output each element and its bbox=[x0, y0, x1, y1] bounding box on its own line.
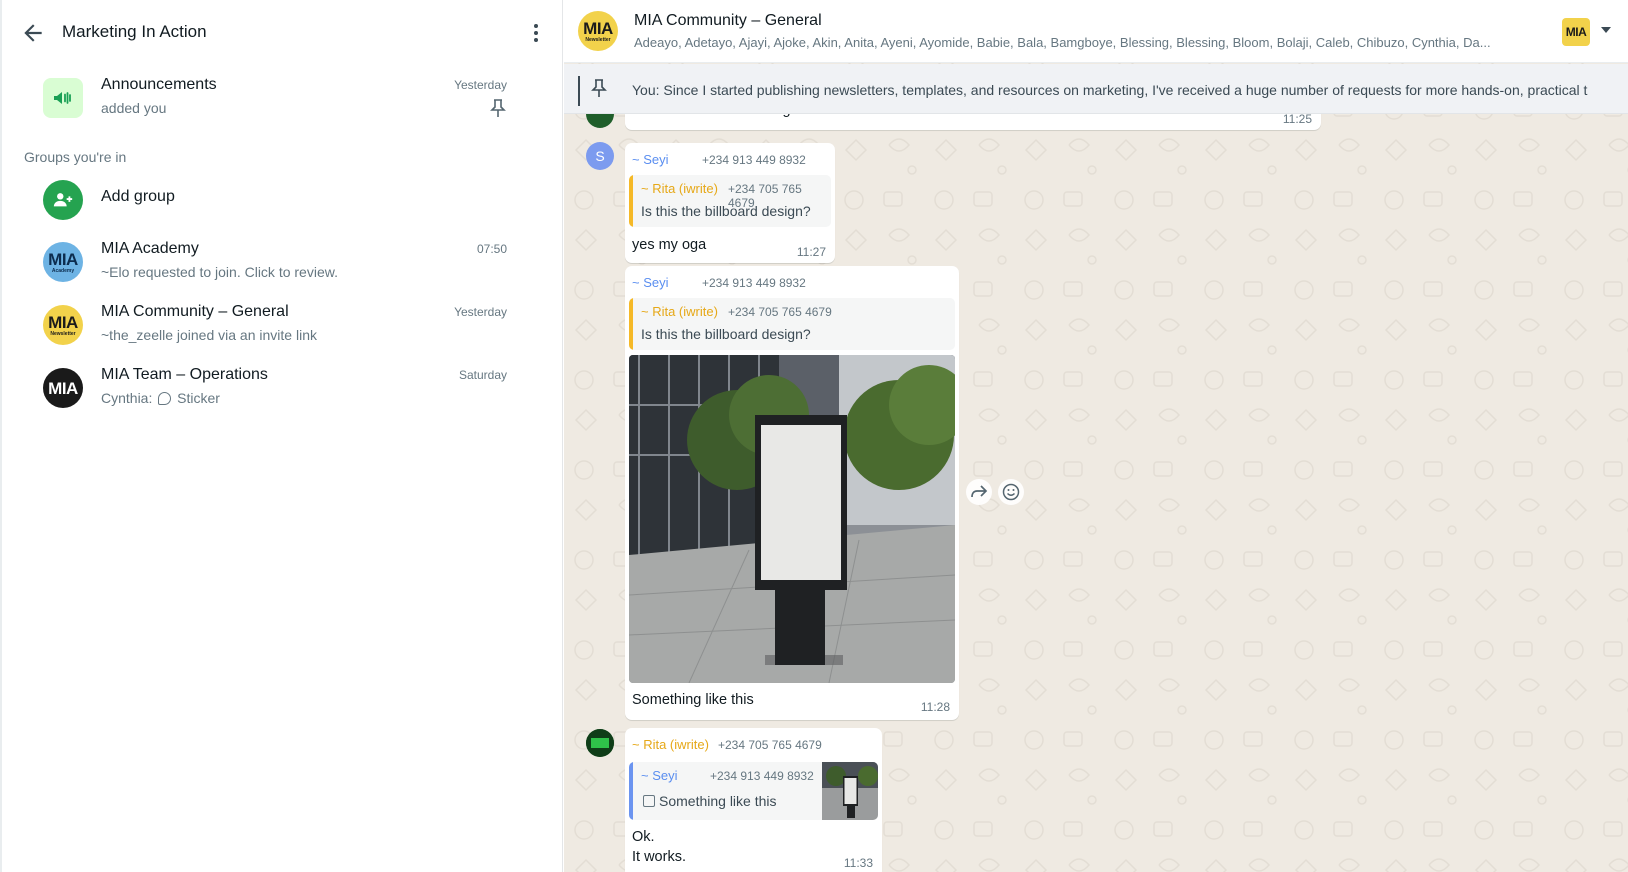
group-time: Yesterday bbox=[454, 305, 507, 319]
message-text: yes my oga bbox=[632, 237, 707, 253]
sender-phone: +234 913 449 8932 bbox=[702, 153, 806, 167]
announcements-item[interactable]: Announcements added you Yesterday bbox=[2, 72, 565, 136]
group-avatar: MIA bbox=[43, 368, 83, 408]
message-text: Ok. bbox=[632, 829, 655, 845]
pinned-message-text: You: Since I started publishing newslett… bbox=[632, 82, 1588, 98]
group-preview: ~the_zeelle joined via an invite link bbox=[101, 327, 317, 343]
quote-text: Something like this bbox=[643, 793, 777, 809]
announcements-preview: added you bbox=[101, 100, 167, 116]
quote-thumbnail bbox=[822, 762, 878, 820]
pin-icon bbox=[590, 78, 608, 98]
quote-phone: +234 913 449 8932 bbox=[710, 769, 814, 783]
quoted-message[interactable]: ~ Rita (iwrite) +234 705 765 4679 Is thi… bbox=[629, 175, 831, 227]
avatar[interactable]: S bbox=[586, 142, 614, 170]
group-item-mia-community-general[interactable]: MIA Newsletter MIA Community – General ~t… bbox=[2, 299, 565, 363]
megaphone-icon bbox=[43, 78, 83, 118]
group-item-mia-team-operations[interactable]: MIA MIA Team – Operations Cynthia: Stick… bbox=[2, 362, 565, 426]
chat-title[interactable]: MIA Community – General bbox=[634, 12, 822, 30]
emoji-react-icon[interactable] bbox=[998, 479, 1024, 505]
group-preview: ~Elo requested to join. Click to review. bbox=[101, 264, 338, 280]
group-name: MIA Community – General bbox=[101, 303, 289, 320]
pinned-indicator bbox=[578, 76, 580, 106]
message-bubble[interactable]: ~ Rita (iwrite) +234 705 765 4679 ~ Seyi… bbox=[625, 728, 882, 872]
quoted-message[interactable]: ~ Seyi +234 913 449 8932 Something like … bbox=[629, 762, 878, 820]
group-time: 07:50 bbox=[476, 242, 507, 256]
message-bubble[interactable]: ~ Seyi +234 913 449 8932 ~ Rita (iwrite)… bbox=[625, 143, 835, 263]
quote-sender: ~ Seyi bbox=[641, 768, 678, 783]
announcements-time: Yesterday bbox=[454, 78, 507, 92]
quote-sender: ~ Rita (iwrite) bbox=[641, 181, 718, 196]
message-text: Something like this bbox=[632, 692, 754, 708]
message-text: It works. bbox=[632, 849, 686, 865]
avatar[interactable] bbox=[586, 729, 614, 757]
community-header: Marketing In Action bbox=[2, 0, 562, 64]
message-time: 11:28 bbox=[920, 700, 950, 714]
group-avatar: MIA Newsletter bbox=[43, 305, 83, 345]
menu-icon[interactable] bbox=[524, 20, 548, 46]
add-group-label: Add group bbox=[101, 188, 175, 205]
chat-panel: MIA Newsletter MIA Community – General Ad… bbox=[564, 0, 1628, 872]
message-time: 11:33 bbox=[843, 856, 873, 870]
groups-section-label: Groups you're in bbox=[24, 149, 127, 165]
message-bubble[interactable]: ~ Seyi +234 913 449 8932 ~ Rita (iwrite)… bbox=[625, 266, 959, 720]
pin-icon bbox=[490, 98, 506, 118]
sticker-icon bbox=[158, 392, 172, 405]
quoted-message[interactable]: ~ Rita (iwrite) +234 705 765 4679 Is thi… bbox=[629, 298, 955, 350]
announcements-name: Announcements bbox=[101, 76, 217, 93]
chat-members: Adeayo, Adetayo, Ajayi, Ajoke, Akin, Ani… bbox=[634, 35, 1491, 50]
quote-text: Is this the billboard design? bbox=[641, 326, 811, 342]
community-panel: Marketing In Action Announcements added … bbox=[0, 0, 563, 872]
add-group-item[interactable]: Add group bbox=[2, 174, 565, 238]
forward-icon[interactable] bbox=[966, 479, 992, 505]
pinned-message-bar[interactable]: You: Since I started publishing newslett… bbox=[564, 64, 1628, 114]
community-title: Marketing In Action bbox=[62, 22, 207, 41]
message-time: 11:25 bbox=[1282, 112, 1312, 126]
community-avatar[interactable]: MIA bbox=[1562, 18, 1590, 46]
quote-text: Is this the billboard design? bbox=[641, 203, 811, 219]
sender-phone: +234 705 765 4679 bbox=[718, 738, 822, 752]
sender-phone: +234 913 449 8932 bbox=[702, 276, 806, 290]
chat-header[interactable]: MIA Newsletter MIA Community – General Ad… bbox=[564, 0, 1628, 63]
add-group-icon bbox=[43, 180, 83, 220]
chat-avatar[interactable]: MIA Newsletter bbox=[578, 11, 618, 51]
group-avatar: MIA Academy bbox=[43, 242, 83, 282]
group-name: MIA Academy bbox=[101, 240, 199, 257]
sender-name[interactable]: ~ Seyi bbox=[632, 275, 669, 290]
image-icon bbox=[643, 795, 655, 807]
sender-name[interactable]: ~ Seyi bbox=[632, 152, 669, 167]
sender-name[interactable]: ~ Rita (iwrite) bbox=[632, 737, 709, 752]
group-item-mia-academy[interactable]: MIA Academy MIA Academy ~Elo requested to… bbox=[2, 236, 565, 300]
quote-sender: ~ Rita (iwrite) bbox=[641, 304, 718, 319]
billboard-image[interactable] bbox=[629, 355, 955, 683]
group-preview: Cynthia: Sticker bbox=[101, 390, 220, 406]
message-time: 11:27 bbox=[796, 245, 826, 259]
back-arrow-icon[interactable] bbox=[20, 20, 46, 46]
chevron-down-icon[interactable] bbox=[1601, 27, 1611, 33]
quote-phone: +234 705 765 4679 bbox=[728, 305, 832, 319]
group-name: MIA Team – Operations bbox=[101, 366, 268, 383]
group-time: Saturday bbox=[458, 368, 507, 382]
